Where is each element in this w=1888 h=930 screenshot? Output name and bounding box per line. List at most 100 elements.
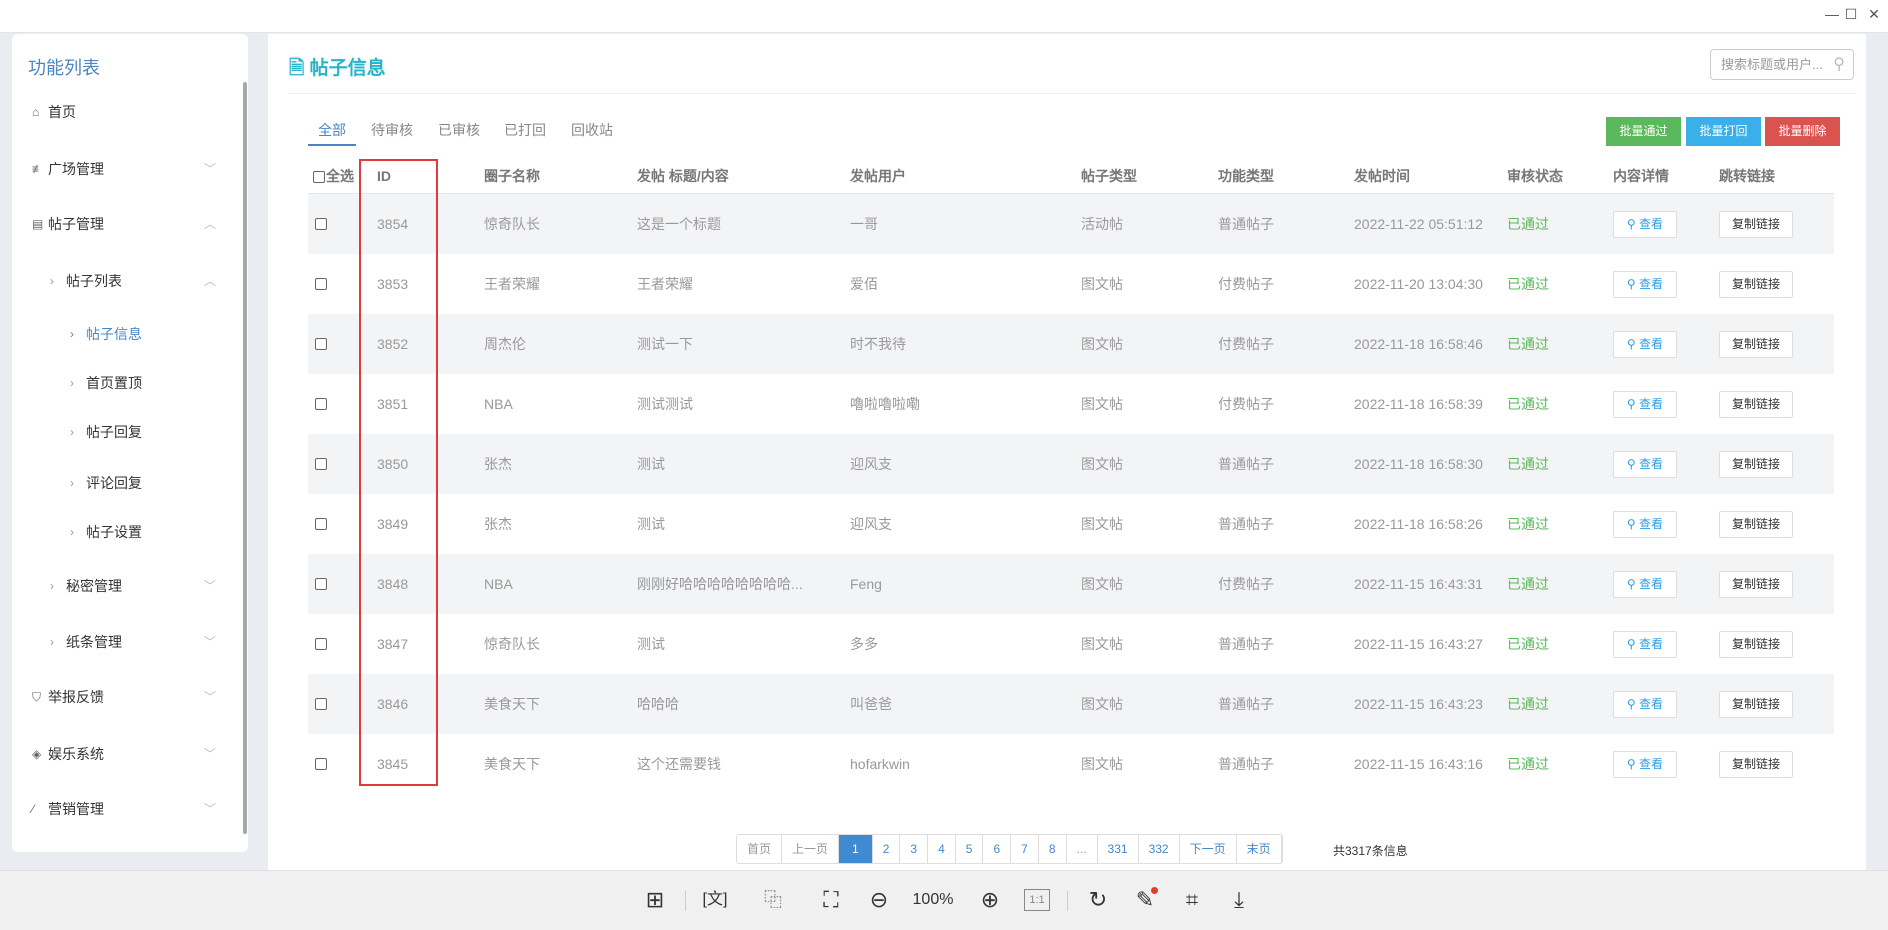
sidebar-item[interactable]: › 秘密管理 ﹀	[50, 571, 226, 601]
circle-cell: 张杰	[484, 516, 512, 532]
page-首页[interactable]: 首页	[737, 835, 783, 863]
close-button[interactable]: ✕	[1862, 4, 1886, 24]
view-button[interactable]: ⚲ 查看	[1613, 751, 1677, 778]
page-4[interactable]: 4	[928, 835, 956, 863]
copy-link-button[interactable]: 复制链接	[1719, 391, 1793, 418]
copy-link-button[interactable]: 复制链接	[1719, 631, 1793, 658]
download-icon[interactable]: ⤓	[1224, 885, 1254, 915]
sidebar-item[interactable]: ⛉ 举报反馈 ﹀	[32, 682, 226, 712]
search-icon: ⚲	[1626, 217, 1640, 231]
copy-link-button[interactable]: 复制链接	[1719, 751, 1793, 778]
copy-link-button[interactable]: 复制链接	[1719, 511, 1793, 538]
status-cell: 已通过	[1507, 396, 1549, 412]
row-checkbox[interactable]	[315, 758, 327, 770]
sidebar-item[interactable]: ▤ 帖子管理 ︿	[32, 209, 226, 239]
view-button[interactable]: ⚲ 查看	[1613, 511, 1677, 538]
copy-link-button[interactable]: 复制链接	[1719, 271, 1793, 298]
sidebar-item[interactable]: › 帖子信息	[70, 319, 226, 349]
tab-0[interactable]: 全部	[318, 120, 346, 140]
select-all-checkbox[interactable]	[313, 171, 325, 184]
sidebar-item[interactable]: › 帖子回复	[70, 417, 226, 447]
row-checkbox[interactable]	[315, 218, 327, 230]
sidebar-item[interactable]: ⁄ 营销管理 ﹀	[32, 794, 226, 824]
crop-icon[interactable]: ⌗	[1177, 885, 1207, 915]
view-button[interactable]: ⚲ 查看	[1613, 391, 1677, 418]
batch-reject-button[interactable]: 批量打回	[1686, 117, 1761, 146]
copy-link-button[interactable]: 复制链接	[1719, 451, 1793, 478]
tab-4[interactable]: 回收站	[571, 120, 613, 140]
sidebar-item[interactable]: › 帖子设置	[70, 517, 226, 547]
user-cell: 迎风支	[850, 516, 892, 532]
page-5[interactable]: 5	[955, 835, 984, 863]
sidebar-item[interactable]: ≢ 广场管理 ﹀	[32, 154, 226, 184]
view-button[interactable]: ⚲ 查看	[1613, 271, 1677, 298]
page-8[interactable]: 8	[1038, 835, 1067, 863]
ocr-text-icon[interactable]: [文]	[700, 885, 730, 915]
page-3[interactable]: 3	[900, 835, 929, 863]
function-type-cell: 付费帖子	[1218, 576, 1274, 592]
page-末页[interactable]: 末页	[1236, 835, 1282, 863]
search-input[interactable]: 搜索标题或用户... ⚲	[1710, 49, 1854, 80]
page-7[interactable]: 7	[1011, 835, 1039, 863]
user-cell: 迎风支	[850, 456, 892, 472]
zoom-out-icon[interactable]: ⊖	[864, 885, 894, 915]
sidebar-item[interactable]: › 评论回复	[70, 468, 226, 498]
page-上一页[interactable]: 上一页	[782, 835, 840, 863]
tab-3[interactable]: 已打回	[504, 120, 546, 140]
page-2[interactable]: 2	[872, 835, 901, 863]
maximize-button[interactable]: ☐	[1839, 4, 1863, 24]
layout-grid-icon[interactable]: ⊞	[640, 885, 670, 915]
rotate-icon[interactable]: ↻	[1083, 885, 1113, 915]
sidebar-item-label: 广场管理	[48, 161, 104, 177]
page-下一页[interactable]: 下一页	[1179, 835, 1237, 863]
sidebar-item[interactable]: › 帖子列表 ︿	[50, 266, 226, 296]
view-button[interactable]: ⚲ 查看	[1613, 211, 1677, 238]
fit-screen-icon[interactable]: ⛶	[816, 885, 846, 915]
post-type-cell: 图文帖	[1081, 516, 1123, 532]
zoom-in-icon[interactable]: ⊕	[975, 885, 1005, 915]
page-332[interactable]: 332	[1138, 835, 1180, 863]
row-checkbox[interactable]	[315, 578, 327, 590]
sidebar-item[interactable]: ◈ 娱乐系统 ﹀	[32, 739, 226, 769]
page-6[interactable]: 6	[983, 835, 1012, 863]
sidebar-item[interactable]: › 纸条管理 ﹀	[50, 627, 226, 657]
row-checkbox[interactable]	[315, 458, 327, 470]
title-cell: 王者荣耀	[637, 276, 693, 292]
row-checkbox[interactable]	[315, 518, 327, 530]
view-button[interactable]: ⚲ 查看	[1613, 631, 1677, 658]
row-checkbox[interactable]	[315, 698, 327, 710]
sidebar-item[interactable]: › 首页置顶	[70, 368, 226, 398]
view-button[interactable]: ⚲ 查看	[1613, 691, 1677, 718]
copy-link-button[interactable]: 复制链接	[1719, 211, 1793, 238]
batch-approve-button[interactable]: 批量通过	[1606, 117, 1681, 146]
column-header-label: 审核状态	[1507, 168, 1563, 184]
chevron-right-icon: ›	[70, 376, 74, 390]
sidebar-scrollbar[interactable]	[243, 82, 247, 834]
column-header: 发帖 标题/内容	[637, 159, 729, 193]
row-checkbox[interactable]	[315, 398, 327, 410]
sidebar-item[interactable]: ⌂ 首页	[32, 97, 226, 127]
copy-link-button[interactable]: 复制链接	[1719, 691, 1793, 718]
tab-2[interactable]: 已审核	[438, 120, 480, 140]
translate-icon[interactable]: ⿻	[758, 885, 788, 915]
edit-icon[interactable]: ✎	[1130, 885, 1160, 915]
page-331[interactable]: 331	[1097, 835, 1139, 863]
page-1[interactable]: 1	[839, 835, 873, 863]
function-type-cell: 付费帖子	[1218, 396, 1274, 412]
post-type-cell: 活动帖	[1081, 216, 1123, 232]
copy-link-button[interactable]: 复制链接	[1719, 571, 1793, 598]
copy-link-button[interactable]: 复制链接	[1719, 331, 1793, 358]
actual-size-button[interactable]: 1:1	[1024, 889, 1050, 911]
view-button[interactable]: ⚲ 查看	[1613, 571, 1677, 598]
tab-1[interactable]: 待审核	[371, 120, 413, 140]
view-button[interactable]: ⚲ 查看	[1613, 451, 1677, 478]
batch-delete-button[interactable]: 批量删除	[1765, 117, 1840, 146]
row-checkbox[interactable]	[315, 638, 327, 650]
function-type-cell: 普通帖子	[1218, 456, 1274, 472]
search-icon: ⚲	[1626, 637, 1640, 651]
search-icon[interactable]: ⚲	[1833, 50, 1845, 79]
view-button[interactable]: ⚲ 查看	[1613, 331, 1677, 358]
row-checkbox[interactable]	[315, 278, 327, 290]
column-header[interactable]: 全选	[313, 159, 354, 193]
row-checkbox[interactable]	[315, 338, 327, 350]
